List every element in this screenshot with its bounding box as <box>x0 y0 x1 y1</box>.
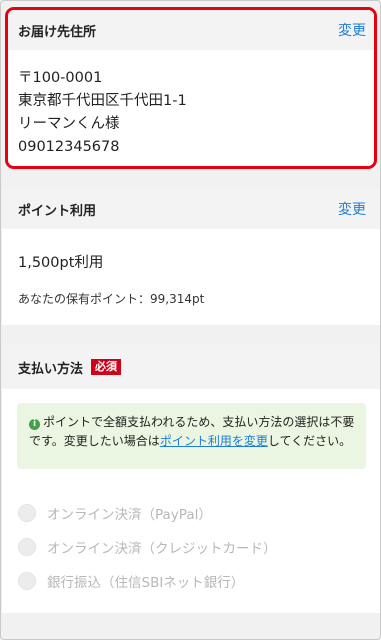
order-form: お届け先住所 変更 〒100-0001 東京都千代田区千代田1-1 リーマンくん… <box>0 0 381 640</box>
shipping-address-header: お届け先住所 変更 <box>8 10 374 50</box>
radio-paypal[interactable] <box>18 504 36 522</box>
payment-title: 支払い方法 <box>18 361 84 377</box>
payment-option-label: オンライン決済（クレジットカード） <box>47 541 277 557</box>
points-used: 1,500pt利用 <box>18 255 104 271</box>
points-title: ポイント利用 <box>18 203 97 219</box>
payment-option-bank-transfer[interactable]: 銀行振込（住信SBIネット銀行） <box>18 571 244 591</box>
postal-code: 〒100-0001 <box>18 70 103 86</box>
radio-credit-card[interactable] <box>18 538 36 556</box>
change-points-link[interactable]: 変更 <box>338 199 366 219</box>
points-section: 1,500pt利用 あなたの保有ポイント：99,314pt <box>2 229 380 325</box>
change-address-link[interactable]: 変更 <box>338 20 366 40</box>
payment-option-label: オンライン決済（PayPal） <box>47 507 212 523</box>
payment-section: i ポイントで全額支払われるため、支払い方法の選択は不要です。変更したい場合はポイ… <box>2 389 380 613</box>
payment-option-paypal[interactable]: オンライン決済（PayPal） <box>18 503 212 523</box>
notice-text-2: してください。 <box>267 434 352 448</box>
shipping-address-section: お届け先住所 変更 〒100-0001 東京都千代田区千代田1-1 リーマンくん… <box>5 7 377 169</box>
phone-number: 09012345678 <box>18 139 120 155</box>
info-icon: i <box>29 419 40 430</box>
points-header: ポイント利用 変更 <box>2 189 380 229</box>
payment-option-credit-card[interactable]: オンライン決済（クレジットカード） <box>18 537 277 557</box>
recipient-name: リーマンくん様 <box>18 116 120 132</box>
change-points-notice-link[interactable]: ポイント利用を変更 <box>160 434 268 448</box>
radio-bank-transfer[interactable] <box>18 572 36 590</box>
shipping-address-details: 〒100-0001 東京都千代田区千代田1-1 リーマンくん様 09012345… <box>8 50 374 159</box>
shipping-address-title: お届け先住所 <box>18 24 97 40</box>
payment-option-label: 銀行振込（住信SBIネット銀行） <box>47 575 245 591</box>
payment-notice: i ポイントで全額支払われるため、支払い方法の選択は不要です。変更したい場合はポイ… <box>17 403 366 469</box>
required-badge: 必須 <box>91 359 122 375</box>
points-balance: あなたの保有ポイント：99,314pt <box>18 292 205 306</box>
payment-header: 支払い方法 必須 <box>2 345 380 389</box>
address-line: 東京都千代田区千代田1-1 <box>18 93 187 109</box>
